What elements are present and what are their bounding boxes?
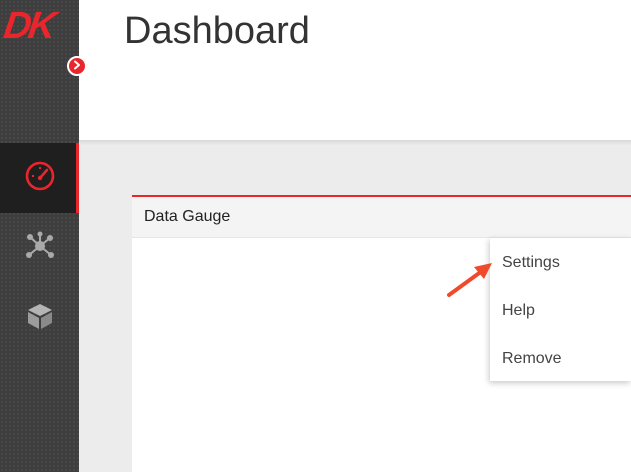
menu-item-settings[interactable]: Settings bbox=[502, 254, 560, 272]
sidebar-expand-button[interactable] bbox=[67, 56, 87, 76]
menu-item-help[interactable]: Help bbox=[502, 302, 535, 320]
dk-logo[interactable]: DK bbox=[1, 5, 56, 47]
gauge-icon bbox=[23, 159, 57, 198]
chevron-right-icon bbox=[72, 57, 82, 75]
sidebar-item-dashboard[interactable] bbox=[0, 143, 79, 213]
sidebar-item-network[interactable] bbox=[0, 213, 79, 283]
widget-menu: Settings Help Remove bbox=[490, 238, 631, 381]
menu-item-remove[interactable]: Remove bbox=[502, 350, 562, 368]
page-title: Dashboard bbox=[124, 10, 310, 52]
network-icon bbox=[23, 229, 57, 268]
cube-icon bbox=[25, 301, 55, 336]
annotation-arrow-icon bbox=[444, 258, 496, 305]
sidebar: DK bbox=[0, 0, 79, 472]
page-header: Dashboard bbox=[79, 0, 631, 140]
widget-header: Data Gauge bbox=[132, 197, 631, 238]
widget-title: Data Gauge bbox=[144, 208, 231, 225]
sidebar-item-packages[interactable] bbox=[0, 283, 79, 353]
